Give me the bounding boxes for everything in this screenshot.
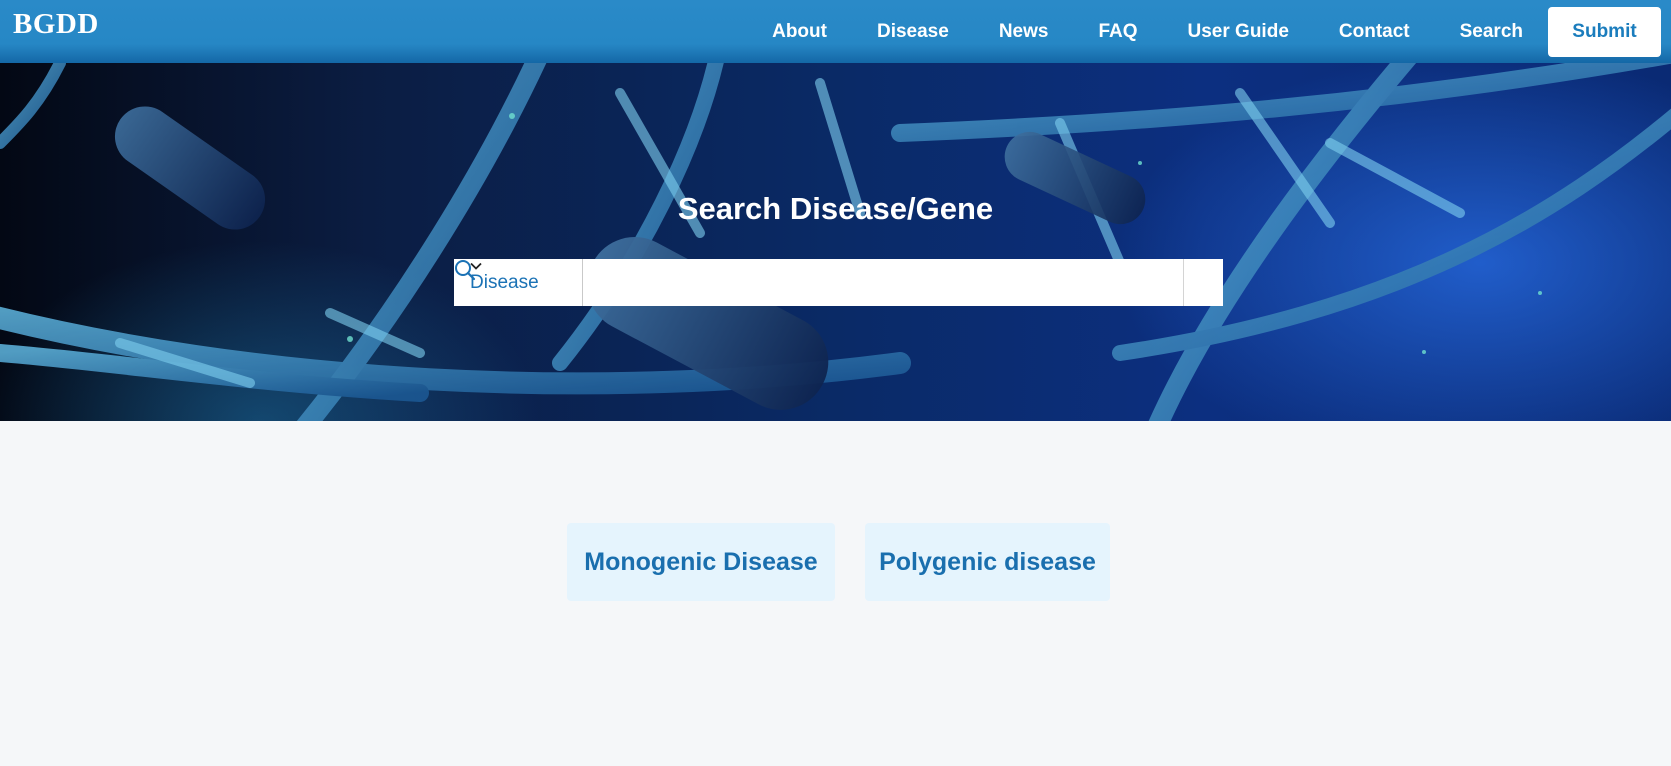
hero-banner: Search Disease/Gene Disease [0,63,1671,421]
search-bar: Disease [454,259,1223,306]
search-input[interactable] [583,259,1183,306]
search-heading: Search Disease/Gene [677,191,994,226]
hero-background-art [0,63,1671,421]
site-logo[interactable]: BGDD [13,8,99,41]
search-icon [455,260,476,281]
disease-category-cards: Monogenic Disease Polygenic disease [0,523,1671,601]
monogenic-disease-card[interactable]: Monogenic Disease [567,523,835,601]
nav-faq[interactable]: FAQ [1098,21,1137,43]
submit-button[interactable]: Submit [1548,6,1661,57]
polygenic-disease-card[interactable]: Polygenic disease [865,523,1110,601]
main-nav: About Disease News FAQ User Guide Contac… [772,0,1671,63]
nav-news[interactable]: News [999,21,1049,43]
nav-user-guide[interactable]: User Guide [1188,21,1289,43]
search-button[interactable] [455,259,1223,306]
nav-contact[interactable]: Contact [1339,21,1410,43]
nav-search[interactable]: Search [1460,21,1523,43]
nav-about[interactable]: About [772,21,827,43]
nav-disease[interactable]: Disease [877,21,949,43]
top-navbar: BGDD About Disease News FAQ User Guide C… [0,0,1671,63]
search-category-value: Disease [470,271,539,293]
